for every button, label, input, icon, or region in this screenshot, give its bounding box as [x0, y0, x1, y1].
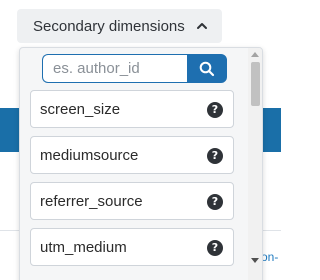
dimension-option-label: screen_size	[40, 100, 121, 118]
help-icon[interactable]: ?	[207, 148, 223, 164]
dimension-search-input[interactable]	[42, 54, 187, 83]
dimension-option-label: referrer_source	[40, 192, 143, 210]
dimension-search	[42, 54, 227, 83]
scroll-down-arrow-icon[interactable]	[251, 258, 259, 263]
scroll-thumb[interactable]	[251, 62, 260, 106]
dimension-option[interactable]: utm_medium ?	[30, 228, 234, 266]
dimension-option-label: utm_medium	[40, 238, 127, 256]
dimension-option[interactable]: mediumsource ?	[30, 136, 234, 174]
dimension-option[interactable]: screen_size ?	[30, 90, 234, 128]
dimensions-dropdown: screen_size ? mediumsource ? referrer_so…	[19, 47, 263, 280]
dimension-list: screen_size ? mediumsource ? referrer_so…	[30, 90, 234, 274]
dimension-option[interactable]: referrer_source ?	[30, 182, 234, 220]
help-icon[interactable]: ?	[207, 102, 223, 118]
secondary-dimensions-toggle[interactable]: Secondary dimensions	[17, 9, 222, 43]
page: on- Secondary dimensions screen_size ? m…	[0, 0, 281, 280]
secondary-dimensions-label: Secondary dimensions	[33, 17, 185, 35]
help-icon[interactable]: ?	[207, 240, 223, 256]
background-link-fragment[interactable]: on-	[261, 250, 281, 270]
dimension-option-label: mediumsource	[40, 146, 139, 164]
help-icon[interactable]: ?	[207, 194, 223, 210]
dropdown-scrollbar[interactable]	[248, 48, 262, 280]
search-button[interactable]	[187, 54, 227, 83]
scroll-up-arrow-icon[interactable]	[251, 52, 259, 57]
search-icon	[199, 61, 215, 76]
chevron-up-icon	[197, 23, 207, 29]
